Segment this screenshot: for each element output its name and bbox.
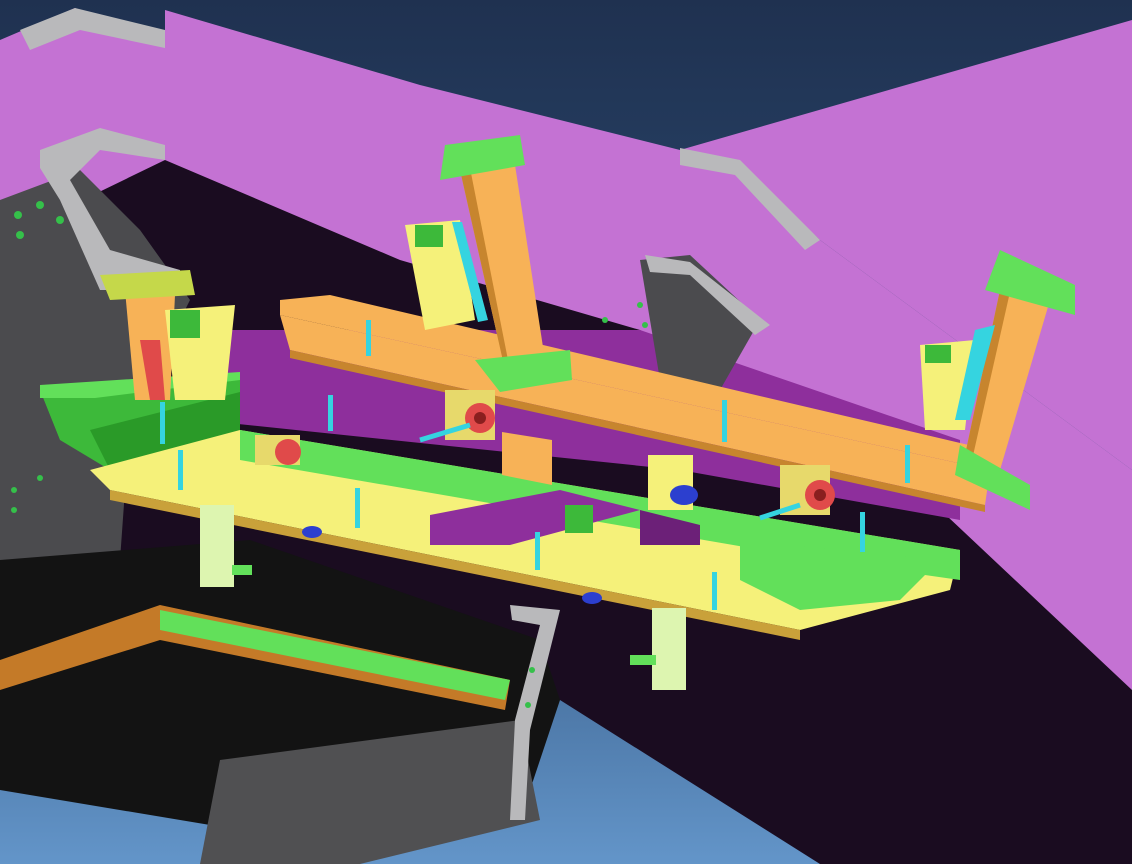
cap-plate-left	[100, 270, 195, 300]
cad-viewport	[0, 0, 1132, 864]
cad-render	[0, 0, 1132, 864]
